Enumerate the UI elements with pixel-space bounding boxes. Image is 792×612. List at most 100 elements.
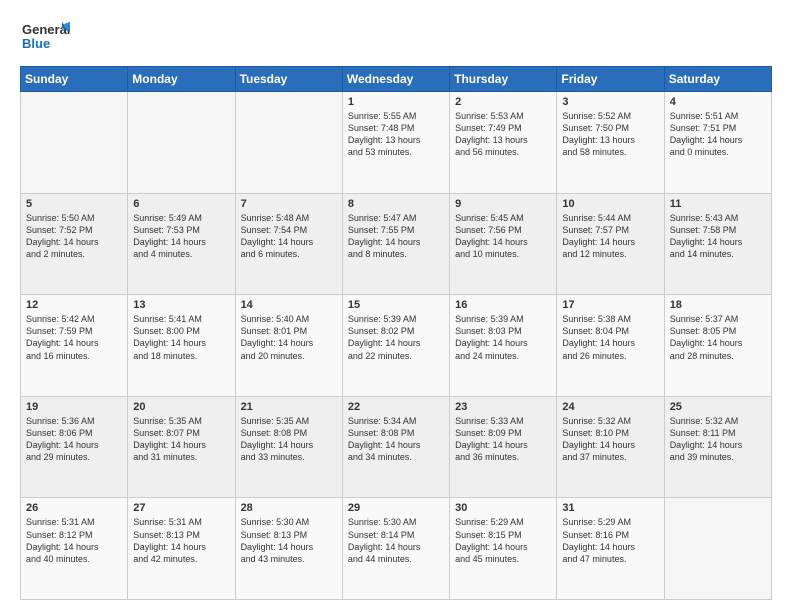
- cell-content: Sunrise: 5:50 AMSunset: 7:52 PMDaylight:…: [26, 212, 122, 261]
- calendar-cell: 17 Sunrise: 5:38 AMSunset: 8:04 PMDayligh…: [557, 295, 664, 397]
- calendar-dow-friday: Friday: [557, 67, 664, 92]
- calendar-header-row: SundayMondayTuesdayWednesdayThursdayFrid…: [21, 67, 772, 92]
- day-number: 1: [348, 96, 444, 108]
- cell-content: Sunrise: 5:44 AMSunset: 7:57 PMDaylight:…: [562, 212, 658, 261]
- day-number: 29: [348, 502, 444, 514]
- cell-content: Sunrise: 5:40 AMSunset: 8:01 PMDaylight:…: [241, 313, 337, 362]
- calendar-cell: 6 Sunrise: 5:49 AMSunset: 7:53 PMDaylight…: [128, 193, 235, 295]
- calendar-cell: [128, 92, 235, 194]
- cell-content: Sunrise: 5:45 AMSunset: 7:56 PMDaylight:…: [455, 212, 551, 261]
- cell-content: Sunrise: 5:34 AMSunset: 8:08 PMDaylight:…: [348, 415, 444, 464]
- calendar-cell: 13Sunrise: 5:41 AMSunset: 8:00 PMDayligh…: [128, 295, 235, 397]
- calendar-dow-saturday: Saturday: [664, 67, 771, 92]
- day-number: 11: [670, 198, 766, 210]
- cell-content: Sunrise: 5:47 AMSunset: 7:55 PMDaylight:…: [348, 212, 444, 261]
- svg-text:Blue: Blue: [22, 36, 50, 51]
- day-number: 12: [26, 299, 122, 311]
- cell-content: Sunrise: 5:31 AMSunset: 8:12 PMDaylight:…: [26, 516, 122, 565]
- calendar-cell: 14 Sunrise: 5:40 AMSunset: 8:01 PMDayligh…: [235, 295, 342, 397]
- calendar-week-2: 5Sunrise: 5:50 AMSunset: 7:52 PMDaylight…: [21, 193, 772, 295]
- day-number: 26: [26, 502, 122, 514]
- day-number: 6: [133, 198, 229, 210]
- cell-content: Sunrise: 5:55 AMSunset: 7:48 PMDaylight:…: [348, 110, 444, 159]
- calendar-cell: 11 Sunrise: 5:43 AMSunset: 7:58 PMDayligh…: [664, 193, 771, 295]
- cell-content: Sunrise: 5:35 AMSunset: 8:07 PMDaylight:…: [133, 415, 229, 464]
- cell-content: Sunrise: 5:39 AMSunset: 8:02 PMDaylight:…: [348, 313, 444, 362]
- cell-content: Sunrise: 5:30 AMSunset: 8:14 PMDaylight:…: [348, 516, 444, 565]
- calendar-cell: 23 Sunrise: 5:33 AMSunset: 8:09 PMDayligh…: [450, 396, 557, 498]
- day-number: 3: [562, 96, 658, 108]
- cell-content: Sunrise: 5:41 AMSunset: 8:00 PMDaylight:…: [133, 313, 229, 362]
- calendar-dow-sunday: Sunday: [21, 67, 128, 92]
- cell-content: Sunrise: 5:53 AMSunset: 7:49 PMDaylight:…: [455, 110, 551, 159]
- day-number: 25: [670, 401, 766, 413]
- day-number: 20: [133, 401, 229, 413]
- cell-content: Sunrise: 5:32 AMSunset: 8:11 PMDaylight:…: [670, 415, 766, 464]
- calendar-cell: 15 Sunrise: 5:39 AMSunset: 8:02 PMDayligh…: [342, 295, 449, 397]
- logo-svg: General Blue: [20, 18, 70, 56]
- day-number: 17: [562, 299, 658, 311]
- calendar-cell: 5Sunrise: 5:50 AMSunset: 7:52 PMDaylight…: [21, 193, 128, 295]
- day-number: 31: [562, 502, 658, 514]
- calendar-cell: 22 Sunrise: 5:34 AMSunset: 8:08 PMDayligh…: [342, 396, 449, 498]
- day-number: 19: [26, 401, 122, 413]
- calendar-cell: 25 Sunrise: 5:32 AMSunset: 8:11 PMDayligh…: [664, 396, 771, 498]
- calendar-dow-tuesday: Tuesday: [235, 67, 342, 92]
- cell-content: Sunrise: 5:42 AMSunset: 7:59 PMDaylight:…: [26, 313, 122, 362]
- day-number: 14: [241, 299, 337, 311]
- calendar-dow-wednesday: Wednesday: [342, 67, 449, 92]
- cell-content: Sunrise: 5:35 AMSunset: 8:08 PMDaylight:…: [241, 415, 337, 464]
- calendar-cell: 3Sunrise: 5:52 AMSunset: 7:50 PMDaylight…: [557, 92, 664, 194]
- calendar-cell: 16 Sunrise: 5:39 AMSunset: 8:03 PMDayligh…: [450, 295, 557, 397]
- day-number: 18: [670, 299, 766, 311]
- calendar-cell: 29 Sunrise: 5:30 AMSunset: 8:14 PMDayligh…: [342, 498, 449, 600]
- cell-content: Sunrise: 5:38 AMSunset: 8:04 PMDaylight:…: [562, 313, 658, 362]
- calendar-cell: 7 Sunrise: 5:48 AMSunset: 7:54 PMDaylight…: [235, 193, 342, 295]
- cell-content: Sunrise: 5:31 AMSunset: 8:13 PMDaylight:…: [133, 516, 229, 565]
- day-number: 15: [348, 299, 444, 311]
- calendar-cell: 4 Sunrise: 5:51 AMSunset: 7:51 PMDaylight…: [664, 92, 771, 194]
- cell-content: Sunrise: 5:49 AMSunset: 7:53 PMDaylight:…: [133, 212, 229, 261]
- calendar-cell: 30Sunrise: 5:29 AMSunset: 8:15 PMDayligh…: [450, 498, 557, 600]
- day-number: 28: [241, 502, 337, 514]
- day-number: 9: [455, 198, 551, 210]
- cell-content: Sunrise: 5:37 AMSunset: 8:05 PMDaylight:…: [670, 313, 766, 362]
- cell-content: Sunrise: 5:39 AMSunset: 8:03 PMDaylight:…: [455, 313, 551, 362]
- logo: General Blue: [20, 18, 70, 56]
- day-number: 10: [562, 198, 658, 210]
- day-number: 16: [455, 299, 551, 311]
- page: General Blue SundayMondayTuesdayWednesda…: [0, 0, 792, 612]
- calendar-cell: 1 Sunrise: 5:55 AMSunset: 7:48 PMDaylight…: [342, 92, 449, 194]
- cell-content: Sunrise: 5:29 AMSunset: 8:15 PMDaylight:…: [455, 516, 551, 565]
- cell-content: Sunrise: 5:32 AMSunset: 8:10 PMDaylight:…: [562, 415, 658, 464]
- calendar-cell: 10 Sunrise: 5:44 AMSunset: 7:57 PMDayligh…: [557, 193, 664, 295]
- calendar-cell: 19 Sunrise: 5:36 AMSunset: 8:06 PMDayligh…: [21, 396, 128, 498]
- cell-content: Sunrise: 5:51 AMSunset: 7:51 PMDaylight:…: [670, 110, 766, 159]
- cell-content: Sunrise: 5:43 AMSunset: 7:58 PMDaylight:…: [670, 212, 766, 261]
- calendar-cell: 18 Sunrise: 5:37 AMSunset: 8:05 PMDayligh…: [664, 295, 771, 397]
- day-number: 22: [348, 401, 444, 413]
- calendar-dow-thursday: Thursday: [450, 67, 557, 92]
- calendar-cell: 9 Sunrise: 5:45 AMSunset: 7:56 PMDaylight…: [450, 193, 557, 295]
- day-number: 7: [241, 198, 337, 210]
- cell-content: Sunrise: 5:48 AMSunset: 7:54 PMDaylight:…: [241, 212, 337, 261]
- calendar-cell: [235, 92, 342, 194]
- day-number: 8: [348, 198, 444, 210]
- calendar-cell: 31 Sunrise: 5:29 AMSunset: 8:16 PMDayligh…: [557, 498, 664, 600]
- day-number: 23: [455, 401, 551, 413]
- calendar-cell: 24 Sunrise: 5:32 AMSunset: 8:10 PMDayligh…: [557, 396, 664, 498]
- calendar-cell: 2Sunrise: 5:53 AMSunset: 7:49 PMDaylight…: [450, 92, 557, 194]
- day-number: 24: [562, 401, 658, 413]
- day-number: 4: [670, 96, 766, 108]
- day-number: 21: [241, 401, 337, 413]
- header: General Blue: [20, 18, 772, 56]
- calendar-cell: 28 Sunrise: 5:30 AMSunset: 8:13 PMDayligh…: [235, 498, 342, 600]
- calendar-cell: 8 Sunrise: 5:47 AMSunset: 7:55 PMDaylight…: [342, 193, 449, 295]
- cell-content: Sunrise: 5:36 AMSunset: 8:06 PMDaylight:…: [26, 415, 122, 464]
- calendar-cell: [664, 498, 771, 600]
- calendar-week-5: 26 Sunrise: 5:31 AMSunset: 8:12 PMDayligh…: [21, 498, 772, 600]
- cell-content: Sunrise: 5:30 AMSunset: 8:13 PMDaylight:…: [241, 516, 337, 565]
- cell-content: Sunrise: 5:33 AMSunset: 8:09 PMDaylight:…: [455, 415, 551, 464]
- cell-content: Sunrise: 5:29 AMSunset: 8:16 PMDaylight:…: [562, 516, 658, 565]
- calendar-table: SundayMondayTuesdayWednesdayThursdayFrid…: [20, 66, 772, 600]
